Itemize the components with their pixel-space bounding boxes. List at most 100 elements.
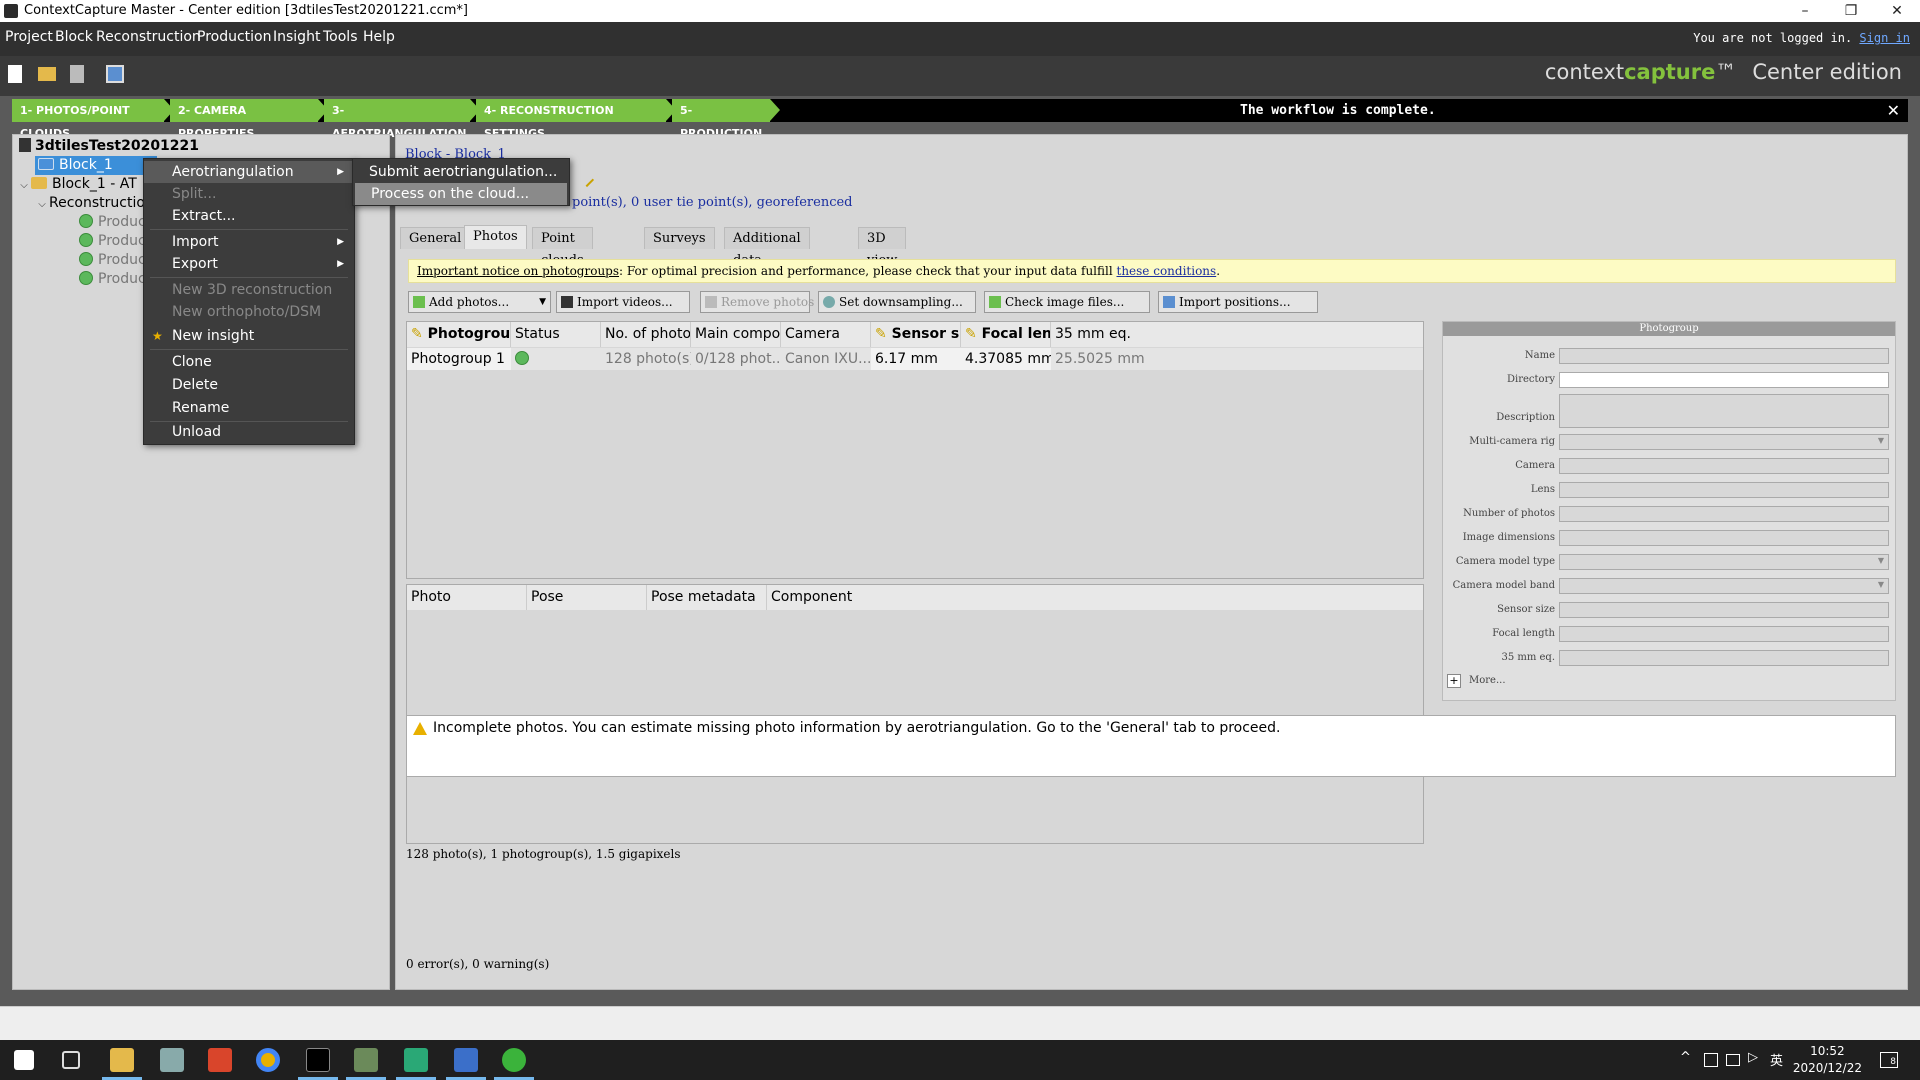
menu-project[interactable]: Project [5, 29, 53, 45]
ctx-new-orthophoto[interactable]: New orthophoto/DSM [144, 301, 354, 323]
cell-sensor-size[interactable]: 6.17 mm [871, 348, 961, 370]
ctx-import[interactable]: Import ▶ [144, 231, 354, 253]
workflow-step-aerotriangulation[interactable]: 3- AEROTRIANGULATION [324, 99, 480, 140]
check-image-files-button[interactable]: Check image files... [984, 291, 1150, 313]
file-explorer-icon[interactable] [110, 1048, 134, 1072]
col-status[interactable]: Status [511, 322, 601, 347]
prop-image-dims-field[interactable] [1559, 530, 1889, 546]
menu-block[interactable]: Block [55, 29, 93, 45]
dropdown-arrow-icon[interactable]: ▼ [539, 292, 546, 312]
cell-focal-length[interactable]: 4.37085 mm [961, 348, 1051, 370]
cell-photogroup[interactable]: Photogroup 1 [407, 348, 511, 370]
clock[interactable]: 10:52 2020/12/22 [1793, 1043, 1862, 1077]
engine-icon[interactable] [454, 1048, 478, 1072]
tree-block-1-at[interactable]: ⌵ Block_1 - AT [17, 175, 137, 194]
tab-general[interactable]: General [400, 227, 471, 249]
prop-lens-field[interactable] [1559, 482, 1889, 498]
windows-start-icon[interactable] [14, 1050, 34, 1070]
tab-point-clouds[interactable]: Point clouds [532, 227, 593, 268]
notice-link-conditions[interactable]: these conditions [1117, 264, 1217, 278]
prop-num-photos-field[interactable] [1559, 506, 1889, 522]
tree-production[interactable]: Produc [79, 213, 146, 232]
notice-link-photogroups[interactable]: Important notice on photogroups [417, 264, 619, 278]
col-pose[interactable]: Pose [527, 585, 647, 610]
prop-directory-field[interactable] [1559, 372, 1889, 388]
menu-reconstruction[interactable]: Reconstruction [96, 29, 201, 45]
set-downsampling-button[interactable]: Set downsampling... [818, 291, 976, 313]
tree-project[interactable]: 3dtilesTest20201221 [19, 137, 199, 156]
workflow-step-photos[interactable]: 1- PHOTOS/POINT CLOUDS [12, 99, 174, 140]
menu-insight[interactable]: Insight [273, 29, 320, 45]
ime-indicator[interactable]: 英 [1770, 1050, 1783, 1069]
menu-tools[interactable]: Tools [323, 29, 358, 45]
col-focal-length[interactable]: ✎ Focal leng [961, 322, 1051, 347]
col-pose-metadata[interactable]: Pose metadata [647, 585, 767, 610]
expand-more-icon[interactable]: + [1447, 674, 1461, 688]
network-icon[interactable] [1726, 1054, 1740, 1066]
wechat-icon[interactable] [502, 1048, 526, 1072]
close-button[interactable]: ✕ [1874, 0, 1920, 22]
ctx-rename[interactable]: Rename [144, 397, 354, 419]
contextcapture-viewer-icon[interactable] [404, 1048, 428, 1072]
terminal-icon[interactable] [306, 1048, 330, 1072]
ctx-extract[interactable]: Extract... [144, 205, 354, 227]
prop-name-field[interactable] [1559, 348, 1889, 364]
col-main-component[interactable]: Main compor [691, 322, 781, 347]
tab-photos[interactable]: Photos [464, 225, 527, 249]
tab-additional-data[interactable]: Additional data [724, 227, 810, 268]
submit-aerotriangulation[interactable]: Submit aerotriangulation... [353, 161, 569, 183]
prop-model-type-select[interactable]: ▼ [1559, 554, 1889, 570]
process-on-cloud[interactable]: Process on the cloud... [355, 183, 567, 205]
tree-production[interactable]: Produc [79, 270, 146, 289]
menu-production[interactable]: Production [197, 29, 271, 45]
add-photos-button[interactable]: Add photos... ▼ [408, 291, 551, 313]
open-folder-icon[interactable] [38, 67, 56, 81]
ctx-delete[interactable]: Delete [144, 374, 354, 396]
tree-production[interactable]: Produc [79, 251, 146, 270]
prop-multicam-select[interactable]: ▼ [1559, 434, 1889, 450]
notification-icon[interactable]: 8 [1880, 1052, 1898, 1068]
remove-photos-button[interactable]: Remove photos [700, 291, 814, 313]
tab-surveys[interactable]: Surveys [644, 227, 715, 249]
import-positions-button[interactable]: Import positions... [1158, 291, 1318, 313]
chevron-down-icon[interactable]: ⌵ [35, 195, 49, 214]
workflow-step-reconstruction[interactable]: 4- RECONSTRUCTION SETTINGS [476, 99, 676, 140]
prop-model-band-select[interactable]: ▼ [1559, 578, 1889, 594]
sign-in-link[interactable]: Sign in [1859, 31, 1910, 45]
contextcapture-master-icon[interactable] [354, 1048, 378, 1072]
col-camera[interactable]: Camera [781, 322, 871, 347]
col-component[interactable]: Component [767, 585, 1423, 610]
prop-description-field[interactable] [1559, 394, 1889, 428]
minimize-button[interactable]: – [1782, 0, 1828, 22]
prop-sensor-size-field[interactable] [1559, 602, 1889, 618]
menu-help[interactable]: Help [363, 29, 395, 45]
prop-camera-field[interactable] [1559, 458, 1889, 474]
tray-app-icon[interactable] [1704, 1053, 1718, 1067]
save-icon[interactable] [70, 65, 84, 83]
chevron-down-icon[interactable]: ⌵ [17, 176, 31, 195]
tab-3d-view[interactable]: 3D view [858, 227, 907, 268]
tree-reconstruction[interactable]: ⌵ Reconstructio [35, 194, 145, 213]
col-sensor-size[interactable]: ✎ Sensor siz [871, 322, 961, 347]
ctx-aerotriangulation[interactable]: Aerotriangulation ▶ [144, 161, 354, 183]
col-photogroup[interactable]: ✎ Photogroup [407, 322, 511, 347]
prop-35mm-field[interactable] [1559, 650, 1889, 666]
ctx-clone[interactable]: Clone [144, 351, 354, 373]
ctx-split[interactable]: Split... [144, 183, 354, 205]
tray-chevron-up-icon[interactable]: ^ [1680, 1050, 1691, 1065]
screenshot-icon[interactable] [106, 65, 124, 83]
workflow-close-icon[interactable]: ✕ [1887, 99, 1900, 122]
col-35mm[interactable]: 35 mm eq. [1051, 322, 1423, 347]
new-file-icon[interactable] [8, 65, 22, 83]
task-view-icon[interactable] [62, 1051, 80, 1069]
more-link[interactable]: More... [1469, 675, 1506, 686]
ctx-unload[interactable]: Unload [144, 421, 354, 443]
col-photo[interactable]: Photo [407, 585, 527, 610]
edit-pencil-icon[interactable] [579, 172, 595, 188]
col-num-photos[interactable]: No. of photo: [601, 322, 691, 347]
restore-button[interactable]: ❐ [1828, 0, 1874, 22]
tree-block-1[interactable]: Block_1 [35, 156, 157, 175]
ctx-new-insight[interactable]: ★ New insight [144, 325, 354, 347]
import-videos-button[interactable]: Import videos... [556, 291, 690, 313]
prop-focal-length-field[interactable] [1559, 626, 1889, 642]
